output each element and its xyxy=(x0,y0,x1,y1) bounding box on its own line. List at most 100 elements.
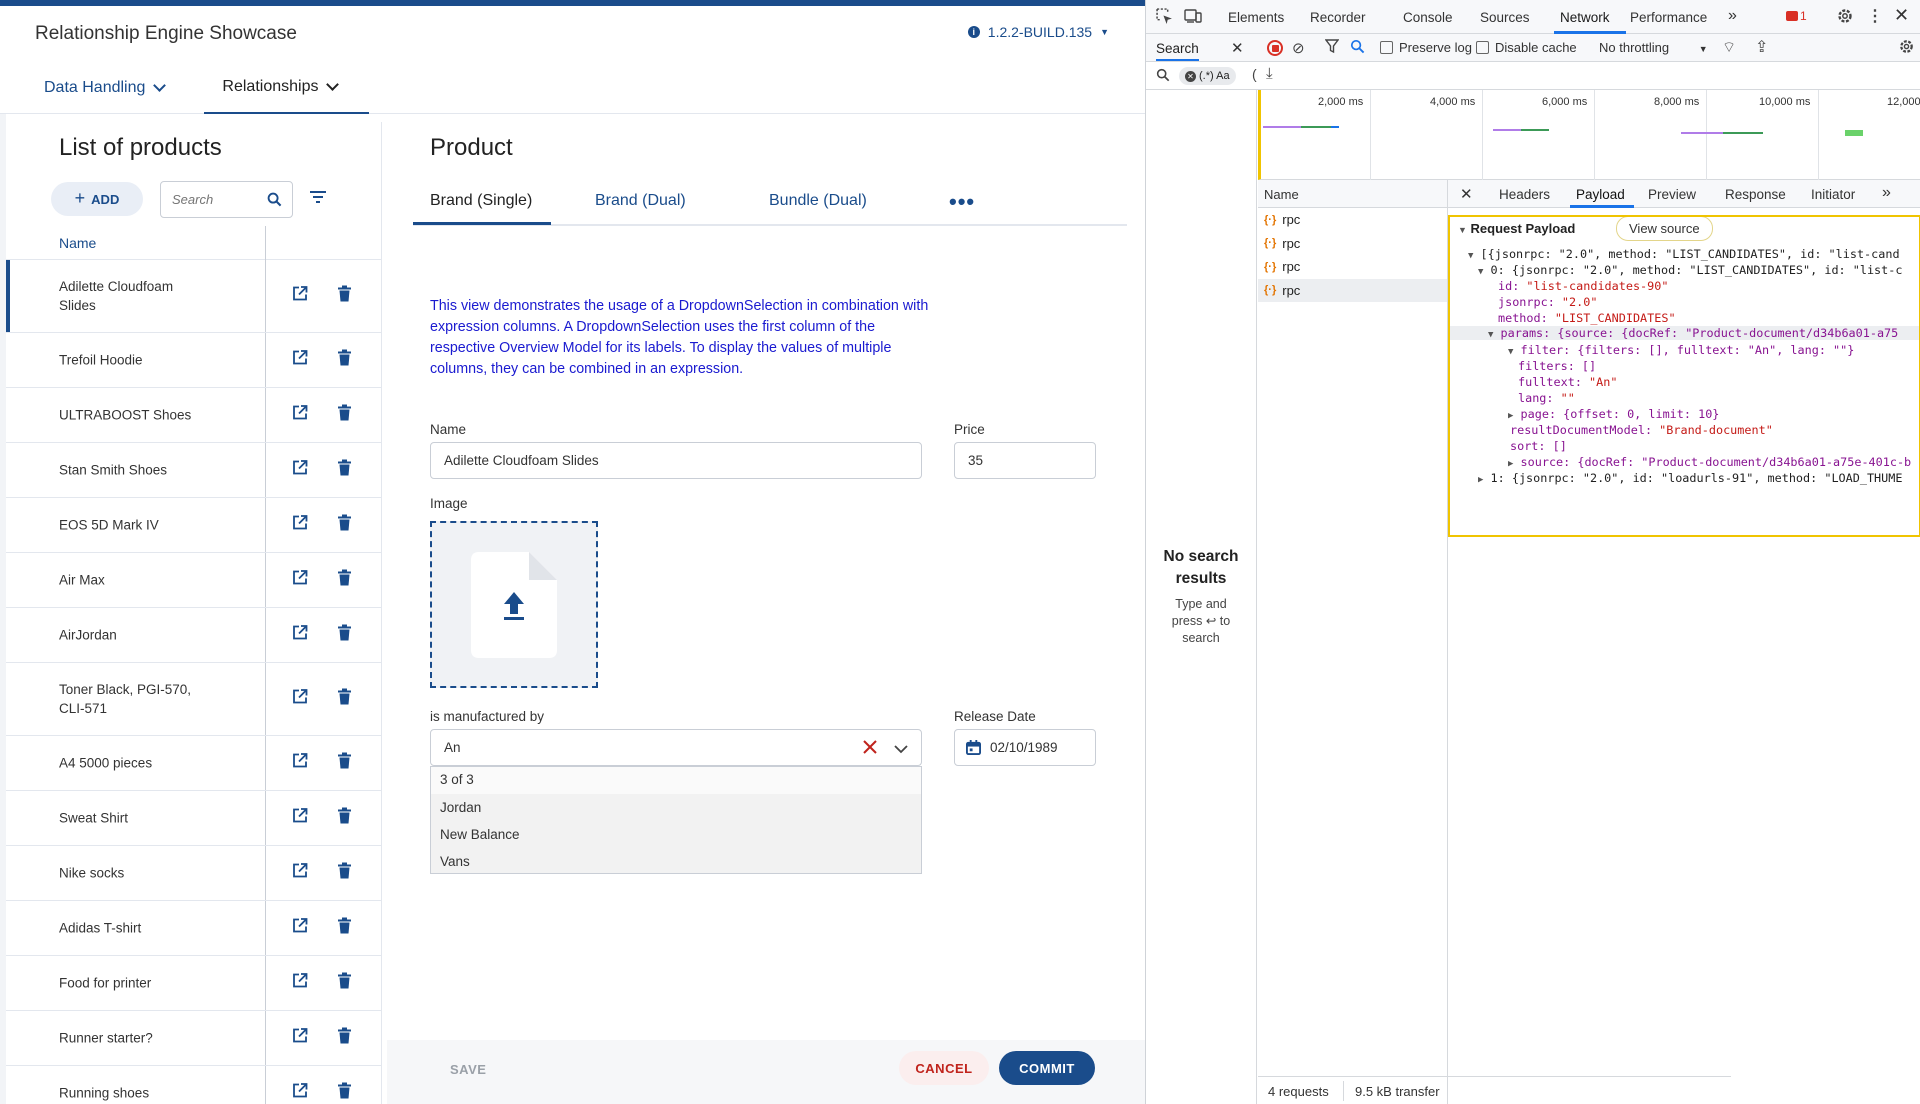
network-request-row[interactable]: {·} rpc xyxy=(1258,232,1447,256)
open-external-icon[interactable] xyxy=(292,1083,308,1104)
list-item[interactable]: Adilette Cloudfoam Slides xyxy=(6,260,381,333)
list-item[interactable]: ULTRABOOST Shoes xyxy=(6,388,381,443)
open-external-icon[interactable] xyxy=(292,808,308,829)
list-item[interactable]: Stan Smith Shoes xyxy=(6,443,381,498)
clear-icon[interactable] xyxy=(863,740,877,757)
release-date-field[interactable]: 02/10/1989 xyxy=(954,729,1096,766)
cancel-button[interactable]: CANCEL xyxy=(899,1051,989,1085)
error-badge[interactable]: 1 xyxy=(1786,9,1807,23)
devtools-tab-elements[interactable]: Elements xyxy=(1228,10,1284,25)
list-item[interactable]: AirJordan xyxy=(6,608,381,663)
list-item[interactable]: Toner Black, PGI-570, CLI-571 xyxy=(6,663,381,736)
download-icon[interactable]: ⤓ xyxy=(1266,65,1273,82)
list-item[interactable]: Running shoes xyxy=(6,1066,381,1104)
import-har-icon[interactable]: ⇪ xyxy=(1755,37,1768,57)
payload-line[interactable]: ▼ [{jsonrpc: "2.0", method: "LIST_CANDID… xyxy=(1468,247,1900,261)
tab-headers[interactable]: Headers xyxy=(1499,187,1550,202)
settings-gear-icon[interactable] xyxy=(1836,7,1854,30)
view-source-button[interactable]: View source xyxy=(1616,217,1713,241)
tab-initiator[interactable]: Initiator xyxy=(1811,187,1855,202)
open-external-icon[interactable] xyxy=(292,350,308,371)
list-item[interactable]: Sweat Shirt xyxy=(6,791,381,846)
trash-icon[interactable] xyxy=(338,349,351,371)
save-button[interactable]: SAVE xyxy=(450,1062,486,1077)
open-external-icon[interactable] xyxy=(292,460,308,481)
column-name-header[interactable]: Name xyxy=(59,235,96,251)
open-external-icon[interactable] xyxy=(292,625,308,646)
trash-icon[interactable] xyxy=(338,972,351,994)
tab-bundle-dual[interactable]: Bundle (Dual) xyxy=(769,192,867,210)
add-button[interactable]: + ADD xyxy=(51,182,143,216)
more-tabs-button[interactable]: ••• xyxy=(949,189,975,215)
trash-icon[interactable] xyxy=(338,688,351,710)
payload-section-header[interactable]: ▼ Request Payload xyxy=(1458,221,1575,236)
disable-cache-checkbox[interactable] xyxy=(1476,41,1489,54)
more-detail-tabs-icon[interactable]: » xyxy=(1882,184,1891,202)
commit-button[interactable]: COMMIT xyxy=(999,1051,1095,1085)
trash-icon[interactable] xyxy=(338,917,351,939)
close-detail-icon[interactable]: ✕ xyxy=(1460,185,1473,203)
tab-brand-dual[interactable]: Brand (Dual) xyxy=(595,192,686,210)
devtools-tab-sources[interactable]: Sources xyxy=(1480,10,1530,25)
close-devtools-icon[interactable]: ✕ xyxy=(1894,5,1909,26)
network-request-row[interactable]: {·} rpc xyxy=(1258,208,1447,232)
trash-icon[interactable] xyxy=(338,862,351,884)
name-column-header[interactable]: Name xyxy=(1258,180,1447,208)
trash-icon[interactable] xyxy=(338,404,351,426)
filter-funnel-icon[interactable] xyxy=(1324,39,1340,57)
open-external-icon[interactable] xyxy=(292,918,308,939)
tab-response[interactable]: Response xyxy=(1725,187,1786,202)
open-external-icon[interactable] xyxy=(292,570,308,591)
network-settings-icon[interactable] xyxy=(1898,38,1915,58)
list-item[interactable]: A4 5000 pieces xyxy=(6,736,381,791)
inspect-element-icon[interactable] xyxy=(1156,8,1173,30)
trash-icon[interactable] xyxy=(338,1027,351,1049)
open-external-icon[interactable] xyxy=(292,1028,308,1049)
clear-log-icon[interactable]: ⊘ xyxy=(1292,39,1305,57)
open-external-icon[interactable] xyxy=(292,973,308,994)
network-conditions-icon[interactable]: ⌔ xyxy=(1722,38,1736,57)
kebab-menu-icon[interactable]: ⋮ xyxy=(1867,6,1883,26)
search-drawer-label[interactable]: Search xyxy=(1156,41,1199,61)
devtools-tab-performance[interactable]: Performance xyxy=(1630,10,1707,25)
list-item[interactable]: Trefoil Hoodie xyxy=(6,333,381,388)
open-external-icon[interactable] xyxy=(292,286,308,307)
list-item[interactable]: Adidas T-shirt xyxy=(6,901,381,956)
devtools-tab-recorder[interactable]: Recorder xyxy=(1310,10,1366,25)
tab-payload[interactable]: Payload xyxy=(1576,187,1625,202)
payload-line[interactable]: ▶ page: {offset: 0, limit: 10} xyxy=(1508,407,1719,421)
name-input[interactable] xyxy=(444,453,921,468)
list-item[interactable]: EOS 5D Mark IV xyxy=(6,498,381,553)
record-icon[interactable] xyxy=(1267,40,1283,56)
preserve-log-checkbox[interactable] xyxy=(1380,41,1393,54)
search-icon[interactable] xyxy=(267,192,282,212)
network-timeline[interactable]: 2,000 ms 4,000 ms 6,000 ms 8,000 ms 10,0… xyxy=(1258,90,1920,180)
payload-line[interactable]: ▼ filter: {filters: [], fulltext: "An", … xyxy=(1508,343,1854,357)
devtools-tab-console[interactable]: Console xyxy=(1403,10,1453,25)
price-input[interactable] xyxy=(968,453,1095,468)
trash-icon[interactable] xyxy=(338,459,351,481)
manufacturer-input[interactable] xyxy=(444,740,844,755)
payload-line[interactable]: ▶ source: {docRef: "Product-document/d34… xyxy=(1508,455,1911,469)
list-item[interactable]: Air Max xyxy=(6,553,381,608)
tab-preview[interactable]: Preview xyxy=(1648,187,1696,202)
open-external-icon[interactable] xyxy=(292,405,308,426)
list-item[interactable]: Food for printer xyxy=(6,956,381,1011)
trash-icon[interactable] xyxy=(338,1082,351,1104)
option-jordan[interactable]: Jordan xyxy=(431,794,921,821)
trash-icon[interactable] xyxy=(338,514,351,536)
devtools-tab-network[interactable]: Network xyxy=(1560,10,1610,25)
device-toolbar-icon[interactable] xyxy=(1184,8,1202,29)
open-external-icon[interactable] xyxy=(292,753,308,774)
list-item[interactable]: Runner starter? xyxy=(6,1011,381,1066)
trash-icon[interactable] xyxy=(338,285,351,307)
trash-icon[interactable] xyxy=(338,807,351,829)
trash-icon[interactable] xyxy=(338,624,351,646)
more-tabs-icon[interactable]: » xyxy=(1728,7,1737,25)
tab-brand-single[interactable]: Brand (Single) xyxy=(430,192,532,210)
payload-line-selected[interactable]: ▼ params: {source: {docRef: "Product-doc… xyxy=(1450,326,1919,340)
network-request-row[interactable]: {·} rpc xyxy=(1258,278,1447,302)
payload-line[interactable]: ▶ 1: {jsonrpc: "2.0", id: "loadurls-91",… xyxy=(1478,471,1902,485)
image-upload-dropzone[interactable] xyxy=(430,521,598,688)
payload-line[interactable]: ▼ 0: {jsonrpc: "2.0", method: "LIST_CAND… xyxy=(1478,263,1902,277)
